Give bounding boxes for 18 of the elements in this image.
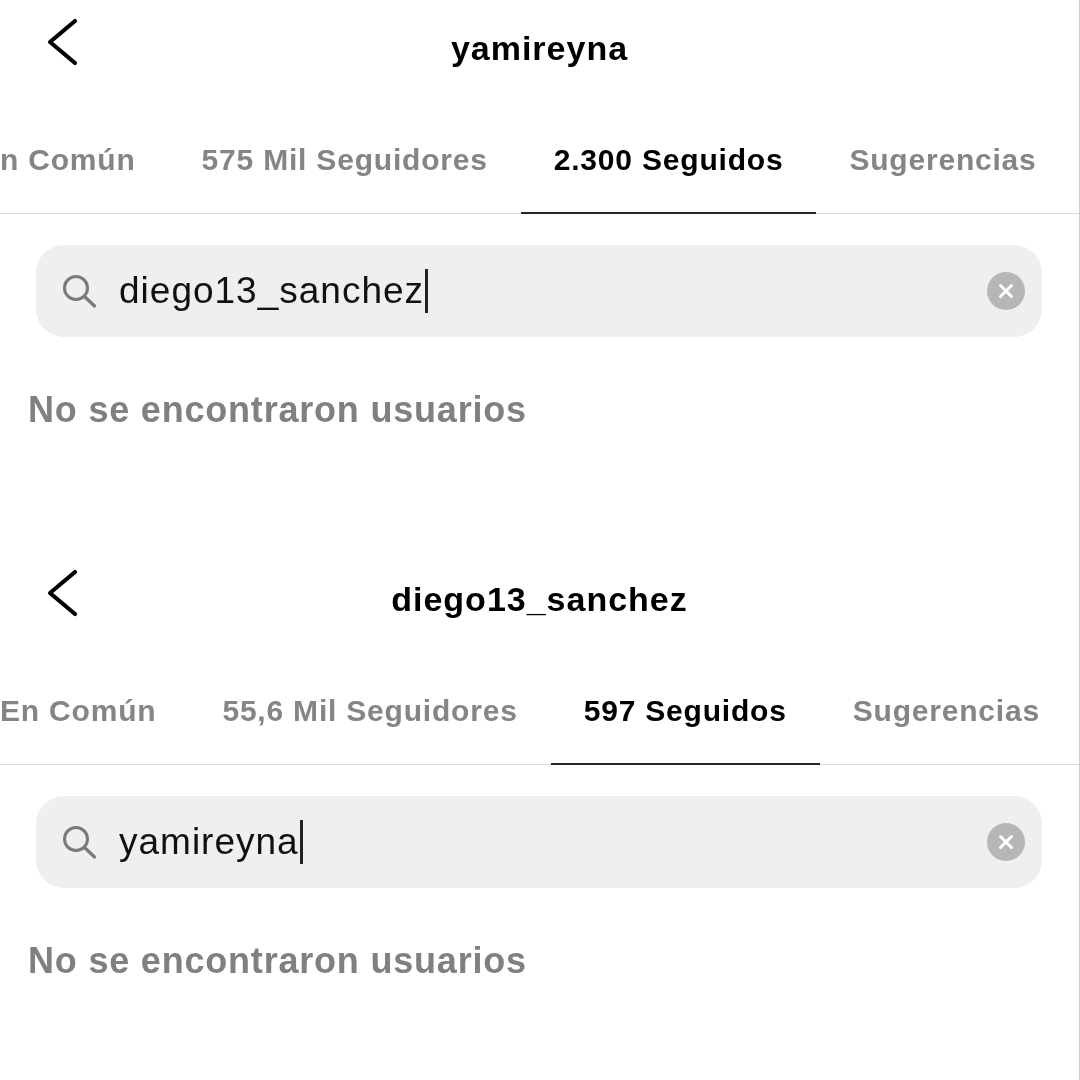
tab[interactable]: En Común (0, 646, 190, 765)
tab[interactable]: 575 Mil Seguidores (168, 95, 521, 214)
tab[interactable]: Sugerencias (816, 95, 1070, 214)
tab[interactable]: 55,6 Mil Seguidores (189, 646, 551, 765)
search-field[interactable]: diego13_sanchez (36, 245, 1042, 337)
back-icon[interactable] (45, 18, 79, 66)
profile-title: diego13_sanchez (391, 578, 688, 619)
tab[interactable]: 597 Seguidos (550, 646, 820, 765)
profile-title: yamireyna (450, 27, 629, 68)
back-icon[interactable] (45, 569, 79, 617)
tab[interactable]: 2.300 Seguidos (520, 95, 817, 214)
tab[interactable]: n Común (0, 95, 169, 214)
empty-message: No se encontraron usuarios (28, 390, 528, 430)
search-field[interactable]: yamireyna (36, 796, 1042, 888)
search-icon (62, 825, 97, 859)
search-icon (62, 274, 97, 308)
tab[interactable]: Sugerencias (819, 646, 1073, 765)
empty-message: No se encontraron usuarios (28, 941, 528, 981)
